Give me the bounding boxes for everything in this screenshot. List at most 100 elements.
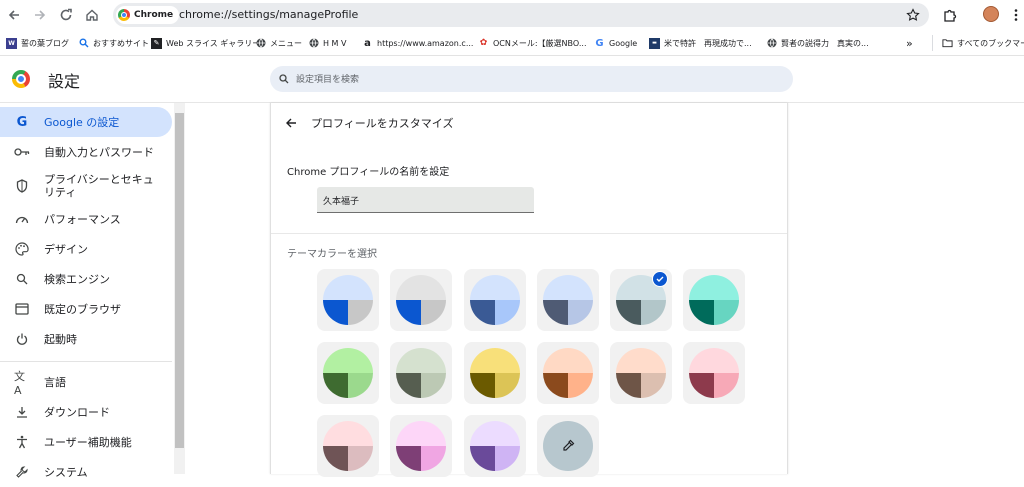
- bookmark-item[interactable]: ▬ 米で特許 再現成功で...: [649, 36, 752, 50]
- theme-color-segment: [421, 446, 446, 471]
- theme-color-segment: [714, 373, 739, 398]
- sidebar-item-label: 検索エンジン: [44, 272, 110, 286]
- sidebar-item-appearance[interactable]: デザイン: [0, 234, 172, 264]
- theme-color-swatch[interactable]: [390, 342, 452, 404]
- sidebar-item-performance[interactable]: パフォーマンス: [0, 204, 172, 234]
- bookmark-item[interactable]: W 誓の葉ブログ: [6, 36, 69, 50]
- back-arrow-icon: [286, 118, 296, 128]
- theme-color-segment: [396, 446, 421, 471]
- settings-sidebar: G Google の設定 自動入力とパスワード プライバシーとセキュリティ パフ…: [0, 103, 186, 479]
- address-bar[interactable]: Chrome chrome://settings/manageProfile: [113, 3, 929, 27]
- page-scrollbar[interactable]: [1014, 103, 1024, 474]
- theme-color-segment: [323, 348, 373, 373]
- theme-color-circle: [543, 348, 593, 398]
- sidebar-item-google[interactable]: G Google の設定: [0, 107, 172, 137]
- theme-color-swatch[interactable]: [537, 342, 599, 404]
- custom-color-circle: [543, 421, 593, 471]
- sidebar-item-downloads[interactable]: ダウンロード: [0, 397, 172, 427]
- sidebar-item-languages[interactable]: 文A 言語: [0, 367, 172, 397]
- sidebar-item-accessibility[interactable]: ユーザー補助機能: [0, 427, 172, 457]
- bookmark-item[interactable]: a https://www.amazon.c...: [362, 36, 473, 50]
- sidebar-item-on-startup[interactable]: 起動時: [0, 324, 172, 354]
- site-info-chip[interactable]: Chrome: [116, 6, 180, 24]
- theme-color-swatch[interactable]: [610, 269, 672, 331]
- globe-icon: [255, 38, 266, 49]
- theme-color-circle: [470, 348, 520, 398]
- bookmark-label: メニュー: [270, 38, 302, 48]
- theme-color-segment: [714, 300, 739, 325]
- theme-color-swatch[interactable]: [464, 415, 526, 477]
- bookmark-label: Web スライス ギャラリー: [166, 38, 261, 48]
- star-icon: [906, 8, 920, 21]
- theme-color-segment: [348, 300, 373, 325]
- theme-color-swatch[interactable]: [464, 269, 526, 331]
- bookmark-item[interactable]: メニュー: [255, 36, 302, 50]
- theme-color-swatch[interactable]: [390, 269, 452, 331]
- theme-color-swatch[interactable]: [610, 342, 672, 404]
- url-text[interactable]: chrome://settings/manageProfile: [179, 8, 358, 21]
- theme-color-circle: [323, 348, 373, 398]
- home-button[interactable]: [82, 5, 102, 25]
- sidebar-scrollbar[interactable]: [174, 103, 185, 474]
- extensions-button[interactable]: [940, 5, 960, 25]
- bookmark-item[interactable]: H M V: [308, 36, 346, 50]
- forward-button[interactable]: [30, 5, 50, 25]
- bookmark-item[interactable]: ✎ Web スライス ギャラリー: [151, 36, 260, 50]
- profile-name-input[interactable]: 久本福子: [317, 187, 534, 213]
- sidebar-item-default-browser[interactable]: 既定のブラウザ: [0, 294, 172, 324]
- sidebar-item-privacy[interactable]: プライバシーとセキュリティ: [0, 168, 172, 204]
- sidebar-item-label: 起動時: [44, 332, 77, 346]
- search-icon: [78, 38, 89, 49]
- bookmark-item[interactable]: ✿ OCNメール:【厳選NBO...: [478, 36, 587, 50]
- amazon-icon: a: [364, 37, 371, 49]
- globe-icon: [308, 38, 319, 49]
- settings-search-input[interactable]: 設定項目を検索: [270, 66, 793, 92]
- theme-color-swatch[interactable]: [317, 342, 379, 404]
- theme-color-swatch[interactable]: [683, 269, 745, 331]
- theme-color-segment: [470, 421, 520, 446]
- reload-button[interactable]: [56, 5, 76, 25]
- theme-color-swatch[interactable]: [537, 269, 599, 331]
- back-button[interactable]: [285, 114, 297, 133]
- theme-color-swatch[interactable]: [390, 415, 452, 477]
- selected-check-icon: [652, 271, 668, 287]
- theme-color-swatch[interactable]: [317, 269, 379, 331]
- theme-color-swatch[interactable]: [683, 342, 745, 404]
- theme-color-swatch[interactable]: [464, 342, 526, 404]
- wrench-icon: [14, 464, 30, 480]
- sidebar-scrollbar-thumb[interactable]: [175, 113, 184, 448]
- bookmark-label: 米で特許 再現成功で...: [664, 38, 752, 48]
- theme-color-swatch[interactable]: [317, 415, 379, 477]
- google-icon: G: [595, 37, 604, 49]
- theme-color-segment: [689, 348, 739, 373]
- sidebar-item-search-engine[interactable]: 検索エンジン: [0, 264, 172, 294]
- back-arrow-icon: [8, 10, 19, 20]
- bookmark-item[interactable]: G Google: [594, 36, 637, 50]
- customize-profile-card: プロフィールをカスタマイズ Chrome プロフィールの名前を設定 久本福子 テ…: [270, 103, 788, 477]
- theme-color-circle: [323, 275, 373, 325]
- theme-color-segment: [396, 421, 446, 446]
- download-icon: [14, 404, 30, 420]
- bookmark-item[interactable]: おすすめサイト: [78, 36, 149, 50]
- theme-color-segment: [689, 275, 739, 300]
- menu-button[interactable]: [1006, 5, 1024, 25]
- theme-color-circle: [396, 275, 446, 325]
- speedometer-icon: [14, 211, 30, 227]
- browser-toolbar: Chrome chrome://settings/manageProfile: [0, 0, 1024, 30]
- custom-color-swatch[interactable]: [537, 415, 599, 477]
- all-bookmarks-folder[interactable]: すべてのブックマーク: [942, 36, 1024, 50]
- sidebar-item-autofill[interactable]: 自動入力とパスワード: [0, 137, 172, 167]
- more-bookmarks-button[interactable]: »: [906, 36, 913, 50]
- theme-color-segment: [396, 348, 446, 373]
- sidebar-item-system[interactable]: システム: [0, 457, 172, 487]
- bookmark-item[interactable]: 賢者の説得力 真実の...: [766, 36, 869, 50]
- power-icon: [14, 331, 30, 347]
- back-button[interactable]: [4, 5, 24, 25]
- sidebar-item-label: パフォーマンス: [44, 212, 121, 226]
- theme-color-segment: [421, 300, 446, 325]
- theme-color-circle: [616, 348, 666, 398]
- profile-avatar[interactable]: [983, 6, 999, 22]
- home-icon: [86, 9, 98, 21]
- theme-color-segment: [396, 300, 421, 325]
- bookmark-star-button[interactable]: [906, 7, 920, 26]
